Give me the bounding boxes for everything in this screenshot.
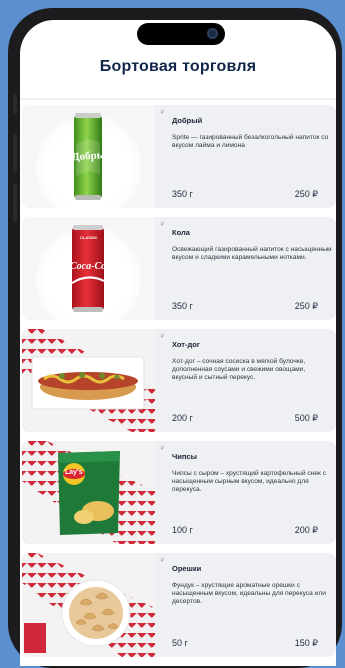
product-image: [22, 329, 155, 432]
product-name: Орешки: [172, 564, 202, 573]
camera-icon: [207, 28, 218, 39]
info-mark: ᴿ: [161, 559, 164, 565]
page-title: Бортовая торговля: [99, 58, 257, 75]
info-mark: ᴿ: [161, 447, 164, 453]
chips-bag-icon: [58, 451, 120, 535]
nuts-bowl-icon: [61, 579, 131, 647]
app-screen: Бортовая торговля Добрый ᴿ Добрый Sprite…: [20, 20, 336, 666]
volume-down-button: [13, 183, 17, 223]
product-weight: 350 г: [172, 189, 193, 199]
product-card-nuts[interactable]: ᴿ Орешки Фундук – хрустящие ароматные ор…: [22, 553, 336, 657]
product-card-cola[interactable]: CLASSIC Coca-Cola ᴿ Кола Освежающий гази…: [22, 217, 336, 320]
product-description: Освежающий газированный напиток с насыще…: [172, 246, 332, 261]
product-image: Добрый: [22, 105, 155, 208]
product-description: Фундук – хрустящие ароматные орешки с на…: [172, 582, 326, 605]
product-price[interactable]: 200 ₽: [295, 525, 318, 536]
product-weight: 50 г: [172, 638, 188, 648]
product-card-chips[interactable]: Lay's ᴿ Чипсы Чипсы с сыром – хрустящий …: [22, 441, 336, 544]
can-subtext: CLASSIC: [80, 235, 98, 240]
info-mark: ᴿ: [161, 335, 164, 341]
product-card-dobry[interactable]: Добрый ᴿ Добрый Sprite — газированный бе…: [22, 105, 336, 208]
product-price[interactable]: 250 ₽: [295, 189, 318, 200]
product-name: Кола: [172, 228, 190, 237]
product-description: Sprite — газированный безалкогольный нап…: [172, 134, 329, 149]
header-divider: [20, 98, 336, 100]
product-description: Чипсы с сыром – хрустящий картофельный с…: [172, 470, 327, 493]
product-name: Хот-дог: [172, 340, 200, 349]
product-price[interactable]: 250 ₽: [295, 301, 318, 312]
product-image: CLASSIC Coca-Cola: [22, 217, 155, 320]
product-name: Добрый: [172, 116, 203, 125]
product-price[interactable]: 500 ₽: [295, 413, 318, 424]
bag-brand-text: Lay's: [65, 469, 83, 476]
can-brand-text: Coca-Cola: [70, 261, 114, 272]
dynamic-island: [137, 23, 225, 45]
product-weight: 200 г: [172, 413, 193, 423]
product-weight: 100 г: [172, 525, 193, 535]
product-image: Lay's: [22, 441, 155, 544]
product-name: Чипсы: [172, 452, 197, 461]
product-weight: 350 г: [172, 301, 193, 311]
mute-switch: [13, 93, 17, 115]
product-card-hotdog[interactable]: ᴿ Хот-дог Хот-дог – сочная сосиска в мяг…: [22, 329, 336, 432]
hot-dog-icon: [31, 356, 145, 410]
info-mark: ᴿ: [161, 111, 164, 117]
product-price[interactable]: 150 ₽: [295, 638, 318, 649]
volume-up-button: [13, 133, 17, 173]
info-mark: ᴿ: [161, 223, 164, 229]
product-image: [22, 553, 155, 657]
product-description: Хот-дог – сочная сосиска в мягкой булочк…: [172, 358, 306, 381]
